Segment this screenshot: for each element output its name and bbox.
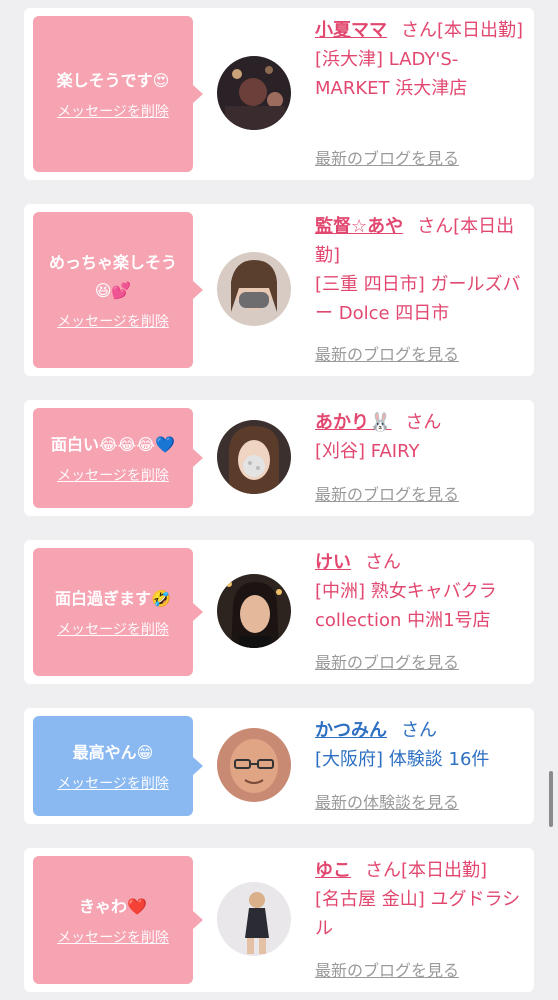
member-info: けい さん [中洲] 熟女キャバクラ collection 中洲1号店 (315, 548, 525, 635)
review-info: [大阪府] 体験談 16件 (315, 749, 490, 770)
message-bubble: 面白過ぎます🤣 メッセージを削除 (33, 548, 203, 676)
message-bubble: 楽しそうです😍 メッセージを削除 (33, 16, 203, 172)
latest-blog-link[interactable]: 最新のブログを見る (315, 341, 459, 365)
member-suffix: さん (401, 720, 437, 741)
shop-info: [浜大津] LADY'S-MARKET 浜大津店 (315, 49, 468, 99)
shop-info: [名古屋 金山] ユグドラシル (315, 889, 521, 939)
message-card: 面白い😂😂😂💙 メッセージを削除 あかり🐰 さん [刈谷] FAIRY 最新のブロ… (24, 400, 534, 516)
latest-blog-link[interactable]: 最新のブログを見る (315, 145, 459, 169)
member-suffix: さん (405, 412, 442, 433)
delete-message-link[interactable]: メッセージを削除 (57, 101, 169, 121)
message-card: 楽しそうです😍 メッセージを削除 小夏ママ さん[本日出勤] [浜大津] LADY… (24, 8, 534, 180)
avatar[interactable] (217, 728, 291, 802)
latest-blog-link[interactable]: 最新のブログを見る (315, 481, 459, 505)
delete-message-link[interactable]: メッセージを削除 (57, 773, 169, 793)
latest-review-link[interactable]: 最新の体験談を見る (315, 789, 459, 813)
avatar[interactable] (217, 420, 291, 494)
avatar[interactable] (217, 56, 291, 130)
member-info: 小夏ママ さん[本日出勤] [浜大津] LADY'S-MARKET 浜大津店 (315, 16, 525, 103)
member-info: かつみん さん [大阪府] 体験談 16件 (315, 716, 525, 774)
latest-blog-link[interactable]: 最新のブログを見る (315, 649, 459, 673)
member-name-link[interactable]: けい (315, 552, 351, 573)
member-suffix: さん[本日出勤] (401, 20, 524, 41)
message-text: 最高やん😁 (72, 743, 154, 762)
member-name-link[interactable]: 監督☆あや (315, 216, 403, 237)
message-card: きゃわ❤️ メッセージを削除 ゆこ さん[本日出勤] [名古屋 金山] ユグドラシ… (24, 848, 534, 992)
latest-blog-link[interactable]: 最新のブログを見る (315, 957, 459, 981)
shop-info: [三重 四日市] ガールズバー Dolce 四日市 (315, 274, 521, 324)
message-card: 最高やん😁 メッセージを削除 かつみん さん [大阪府] 体験談 16件 最新の体… (24, 708, 534, 824)
message-text: 面白過ぎます🤣 (55, 589, 171, 608)
delete-message-link[interactable]: メッセージを削除 (57, 927, 169, 947)
message-card: 面白過ぎます🤣 メッセージを削除 けい さん [中洲] 熟女キャバクラ colle… (24, 540, 534, 684)
delete-message-link[interactable]: メッセージを削除 (57, 619, 169, 639)
member-info: あかり🐰 さん [刈谷] FAIRY (315, 408, 525, 466)
avatar[interactable] (217, 882, 291, 956)
shop-info: [刈谷] FAIRY (315, 441, 420, 462)
member-name-link[interactable]: ゆこ (315, 860, 351, 881)
member-name-link[interactable]: あかり🐰 (315, 412, 391, 433)
message-bubble: 最高やん😁 メッセージを削除 (33, 716, 203, 816)
member-suffix: さん (365, 552, 401, 573)
member-suffix: さん[本日出勤] (365, 860, 488, 881)
shop-info: [中洲] 熟女キャバクラ collection 中洲1号店 (315, 581, 497, 631)
message-bubble: きゃわ❤️ メッセージを削除 (33, 856, 203, 984)
member-name-link[interactable]: かつみん (315, 720, 387, 741)
message-text: めっちゃ楽しそう😆💕 (48, 253, 177, 300)
scrollbar[interactable] (549, 771, 553, 827)
message-bubble: めっちゃ楽しそう😆💕 メッセージを削除 (33, 212, 203, 368)
message-text: 楽しそうです😍 (56, 71, 170, 90)
member-info: 監督☆あや さん[本日出勤] [三重 四日市] ガールズバー Dolce 四日市 (315, 212, 525, 328)
avatar[interactable] (217, 252, 291, 326)
message-bubble: 面白い😂😂😂💙 メッセージを削除 (33, 408, 203, 508)
member-name-link[interactable]: 小夏ママ (315, 20, 387, 41)
message-text: きゃわ❤️ (79, 897, 147, 916)
delete-message-link[interactable]: メッセージを削除 (57, 465, 169, 485)
member-info: ゆこ さん[本日出勤] [名古屋 金山] ユグドラシル (315, 856, 525, 943)
message-text: 面白い😂😂😂💙 (50, 435, 175, 454)
delete-message-link[interactable]: メッセージを削除 (57, 311, 169, 331)
avatar[interactable] (217, 574, 291, 648)
message-card: めっちゃ楽しそう😆💕 メッセージを削除 監督☆あや さん[本日出勤] [三重 四日… (24, 204, 534, 376)
